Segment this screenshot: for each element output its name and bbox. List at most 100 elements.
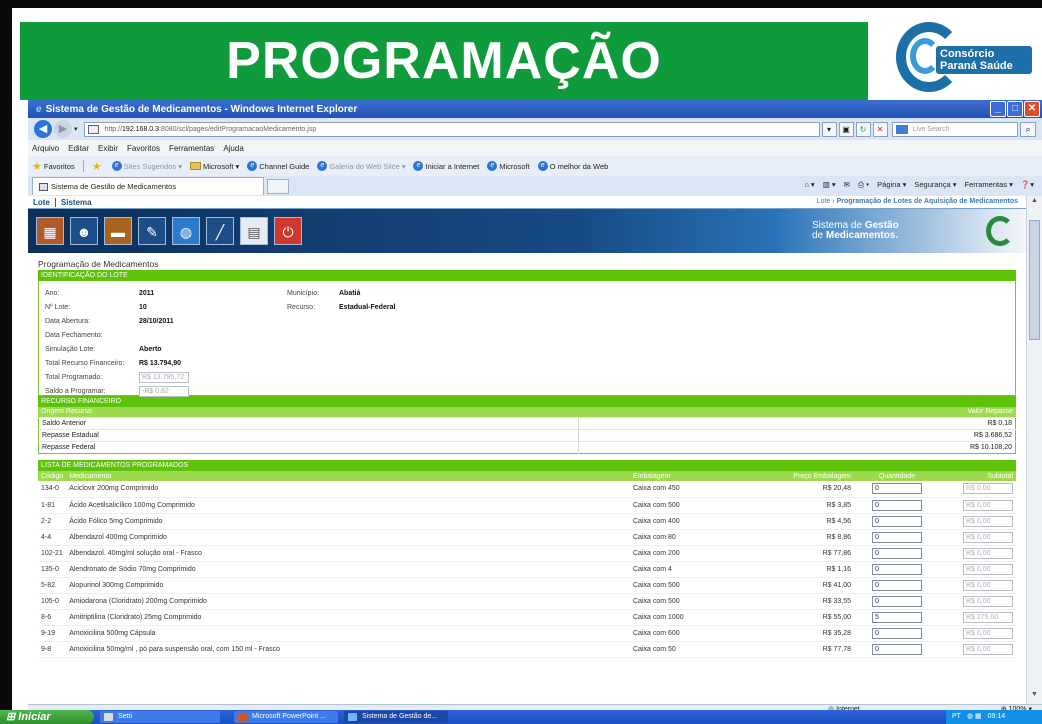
globe-icon[interactable]: ◍	[172, 217, 200, 245]
cmd-ferramentas[interactable]: Ferramentas ▾	[965, 180, 1013, 190]
scroll-thumb[interactable]	[1029, 220, 1040, 340]
subtotal-field: R$ 0,00	[963, 499, 1013, 511]
document-icon[interactable]: ▤	[240, 217, 268, 245]
feeds-icon[interactable]: ▧ ▾	[823, 180, 836, 190]
fav-label: Iniciar a Internet	[425, 161, 480, 171]
scroll-up-icon[interactable]: ▲	[1029, 197, 1040, 209]
address-dropdown-button[interactable]: ▾	[821, 121, 837, 137]
tray-icons[interactable]: ◍ ▦	[967, 710, 982, 724]
search-icon[interactable]: ⌕	[1020, 121, 1036, 137]
fav-melhor-web[interactable]: eO melhor da Web	[537, 161, 608, 171]
back-button[interactable]: ◀	[34, 120, 52, 138]
box-icon[interactable]: ▦	[36, 217, 64, 245]
recurso-row: Repasse Federal R$ 10.108,20	[38, 441, 1016, 454]
fav-iniciar-internet[interactable]: e Iniciar a Internet	[413, 161, 479, 171]
fav-label: Channel Guide	[259, 161, 310, 171]
start-button[interactable]: ⊞ Iniciar	[0, 710, 94, 724]
task-setti[interactable]: Setti	[100, 711, 220, 723]
subtotal-field: R$ 0,00	[963, 627, 1013, 639]
favorites-button[interactable]: ★ Favoritos	[32, 160, 75, 173]
search-input[interactable]: Live Search	[891, 121, 1018, 137]
add-favorite-button[interactable]: ★	[92, 160, 104, 173]
new-tab-button[interactable]	[267, 178, 289, 194]
task-powerpoint[interactable]: Microsoft PowerPoint ...	[234, 711, 338, 723]
med-nome: Albendazol 400mg Comprimido	[66, 529, 630, 546]
maximize-button[interactable]: □	[1007, 101, 1023, 117]
cmd-pagina[interactable]: Página ▾	[877, 180, 906, 190]
app-banner: ▦ ☻ ▬ ✎ ◍ ╱ ▤ ⏻ Sistema de Gestão de Med…	[28, 209, 1026, 253]
fav-channel-guide[interactable]: e Channel Guide	[247, 161, 309, 171]
recurso-header: Origem Recurso Valor Repasse	[38, 407, 1016, 417]
mail-icon[interactable]: ✉	[844, 180, 850, 190]
home-icon[interactable]: ⌂ ▾	[804, 180, 814, 190]
med-preco: R$ 35,28	[754, 625, 854, 642]
language-indicator[interactable]: PT	[952, 710, 961, 724]
table-row: 102-21 Albendazol. 40mg/ml solução oral -…	[38, 545, 1016, 562]
nav-lote[interactable]: Lote	[28, 197, 56, 207]
med-nome: Aciclovir 200mg Comprimido	[66, 481, 630, 498]
fav-microsoft[interactable]: e Microsoft	[487, 161, 530, 171]
fav-web-slice[interactable]: e Galeria do Web Slice ▾	[317, 161, 405, 171]
refresh-button[interactable]: ↻	[855, 121, 871, 137]
recurso-value: Estadual-Federal	[339, 303, 396, 311]
med-preco: R$ 33,55	[754, 593, 854, 610]
menu-arquivo[interactable]: Arquivo	[32, 144, 59, 153]
compat-view-button[interactable]: ▣	[838, 121, 854, 137]
tab-sistema-gestao[interactable]: Sistema de Gestão de Medicamentos	[32, 177, 264, 195]
quantity-input[interactable]: 0	[872, 563, 922, 575]
pen-icon[interactable]: ╱	[206, 217, 234, 245]
powerpoint-icon	[238, 713, 247, 721]
history-dropdown-icon[interactable]: ▾	[74, 125, 78, 133]
menu-bar: Arquivo Editar Exibir Favoritos Ferramen…	[28, 140, 1042, 156]
task-ie[interactable]: Sistema de Gestão de...	[344, 711, 448, 723]
vertical-scrollbar[interactable]: ▲ ▼	[1026, 196, 1042, 704]
recurso-row: Repasse Estadual R$ 3.686,52	[38, 429, 1016, 442]
briefcase-icon[interactable]: ▬	[104, 217, 132, 245]
minimize-button[interactable]: _	[990, 101, 1006, 117]
user-icon[interactable]: ☻	[70, 217, 98, 245]
print-icon[interactable]: ⎙ ▾	[858, 180, 869, 190]
subtotal-field: R$ 0,00	[963, 483, 1013, 495]
total-programado-field[interactable]: R$ 13.795,72	[139, 371, 189, 383]
ie-page-icon: e	[317, 161, 328, 171]
quantity-input[interactable]: 0	[872, 499, 922, 511]
recurso-label: Recurso:	[287, 303, 316, 311]
browser-titlebar: e Sistema de Gestão de Medicamentos - Wi…	[28, 100, 1042, 118]
star-icon: ★	[32, 160, 42, 173]
menu-editar[interactable]: Editar	[68, 144, 89, 153]
quantity-input[interactable]: 0	[872, 547, 922, 559]
saldo-field[interactable]: -R$ 0,82	[139, 385, 189, 397]
fav-microsoft-folder[interactable]: Microsoft ▾	[189, 162, 239, 171]
quantity-input[interactable]: 0	[872, 515, 922, 527]
power-icon[interactable]: ⏻	[274, 217, 302, 245]
quantity-input[interactable]: 0	[872, 627, 922, 639]
menu-exibir[interactable]: Exibir	[98, 144, 118, 153]
ie-logo-icon: e	[36, 103, 42, 115]
stop-button[interactable]: ✕	[872, 121, 888, 137]
menu-favoritos[interactable]: Favoritos	[127, 144, 160, 153]
close-button[interactable]: ✕	[1024, 101, 1040, 117]
quantity-input[interactable]: 5	[872, 611, 922, 623]
help-icon[interactable]: ❓▾	[1021, 180, 1034, 190]
quantity-input[interactable]: 0	[872, 643, 922, 655]
quantity-input[interactable]: 0	[872, 579, 922, 591]
forward-button[interactable]: ▶	[54, 120, 72, 138]
quantity-input[interactable]: 0	[872, 483, 922, 495]
nav-sistema[interactable]: Sistema	[56, 198, 97, 207]
menu-ajuda[interactable]: Ajuda	[223, 144, 243, 153]
ie-page-icon: e	[111, 161, 122, 171]
address-bar[interactable]: http://192.168.0.3:8080/scl/pages/editPr…	[83, 121, 820, 137]
subtotal-field: R$ 0,00	[963, 579, 1013, 591]
quantity-input[interactable]: 0	[872, 531, 922, 543]
menu-ferramentas[interactable]: Ferramentas	[169, 144, 214, 153]
cmd-seguranca[interactable]: Segurança ▾	[914, 180, 956, 190]
scroll-down-icon[interactable]: ▼	[1029, 691, 1040, 703]
col-subtotal: Subtotal	[940, 471, 1016, 481]
med-nome: Alendronato de Sódio 70mg Comprimido	[66, 561, 630, 578]
consorcio-logo: Consórcio Paraná Saúde	[880, 12, 1040, 104]
municipio-value: Abatiá	[339, 289, 361, 297]
fav-sites-sugeridos[interactable]: e Sites Sugeridos ▾	[111, 161, 182, 171]
syringe-icon[interactable]: ✎	[138, 217, 166, 245]
breadcrumb-root[interactable]: Lote ›	[817, 198, 837, 205]
quantity-input[interactable]: 0	[872, 595, 922, 607]
